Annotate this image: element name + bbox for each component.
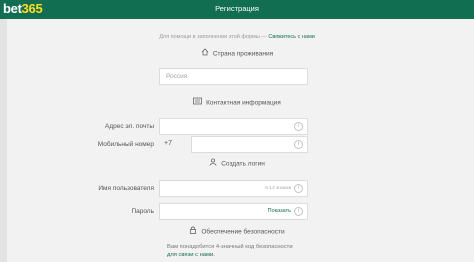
section-security-heading: Обеспечение безопасности xyxy=(0,226,474,238)
help-text: Для помощи в заполнении этой формы — xyxy=(159,34,267,40)
section-security-title: Обеспечение безопасности xyxy=(201,228,285,236)
page-title: Регистрация xyxy=(215,4,259,13)
security-note-line2: для связи с нами. xyxy=(167,252,215,258)
username-info-icon[interactable]: i xyxy=(294,184,303,193)
password-label: Пароль xyxy=(131,208,154,215)
home-icon xyxy=(201,48,209,60)
password-field[interactable]: Показать i xyxy=(159,203,308,220)
phone-field[interactable]: i xyxy=(191,136,308,153)
section-contact-heading: Контактная информация xyxy=(0,97,474,109)
email-label: Адрес эл. почты xyxy=(104,123,154,130)
show-password-link[interactable]: Показать xyxy=(268,208,291,214)
username-length-hint: 6-14 знаков xyxy=(265,186,291,191)
contact-card-icon xyxy=(193,97,203,109)
username-field[interactable]: 6-14 знаков i xyxy=(159,180,308,197)
section-residence-title: Страна проживания xyxy=(212,50,274,58)
lock-icon xyxy=(189,226,197,238)
phone-prefix: +7 xyxy=(164,140,172,147)
section-contact-title: Контактная информация xyxy=(206,99,281,107)
security-note-line1: Вам понадобится 4-значный код безопаснос… xyxy=(167,244,293,250)
phone-label: Мобильный номер xyxy=(97,141,154,148)
section-residence-heading: Страна проживания xyxy=(0,48,474,60)
help-line: Для помощи в заполнении этой формы — Свя… xyxy=(0,34,474,40)
username-label: Имя пользователя xyxy=(98,185,154,192)
section-login-title: Создать логин xyxy=(221,160,265,168)
phone-info-icon[interactable]: i xyxy=(294,140,303,149)
section-login-heading: Создать логин xyxy=(0,158,474,170)
security-note: Вам понадобится 4-значный код безопаснос… xyxy=(167,243,347,259)
password-info-icon[interactable]: i xyxy=(294,207,303,216)
country-placeholder: Россия xyxy=(166,73,188,80)
email-info-icon[interactable]: i xyxy=(294,122,303,131)
contact-us-link[interactable]: Свяжитесь с нами xyxy=(268,34,314,40)
country-field[interactable]: Россия xyxy=(159,68,308,85)
email-field[interactable]: i xyxy=(159,118,308,135)
top-header-bar: bet365 Регистрация xyxy=(0,0,474,19)
user-icon xyxy=(209,158,217,170)
